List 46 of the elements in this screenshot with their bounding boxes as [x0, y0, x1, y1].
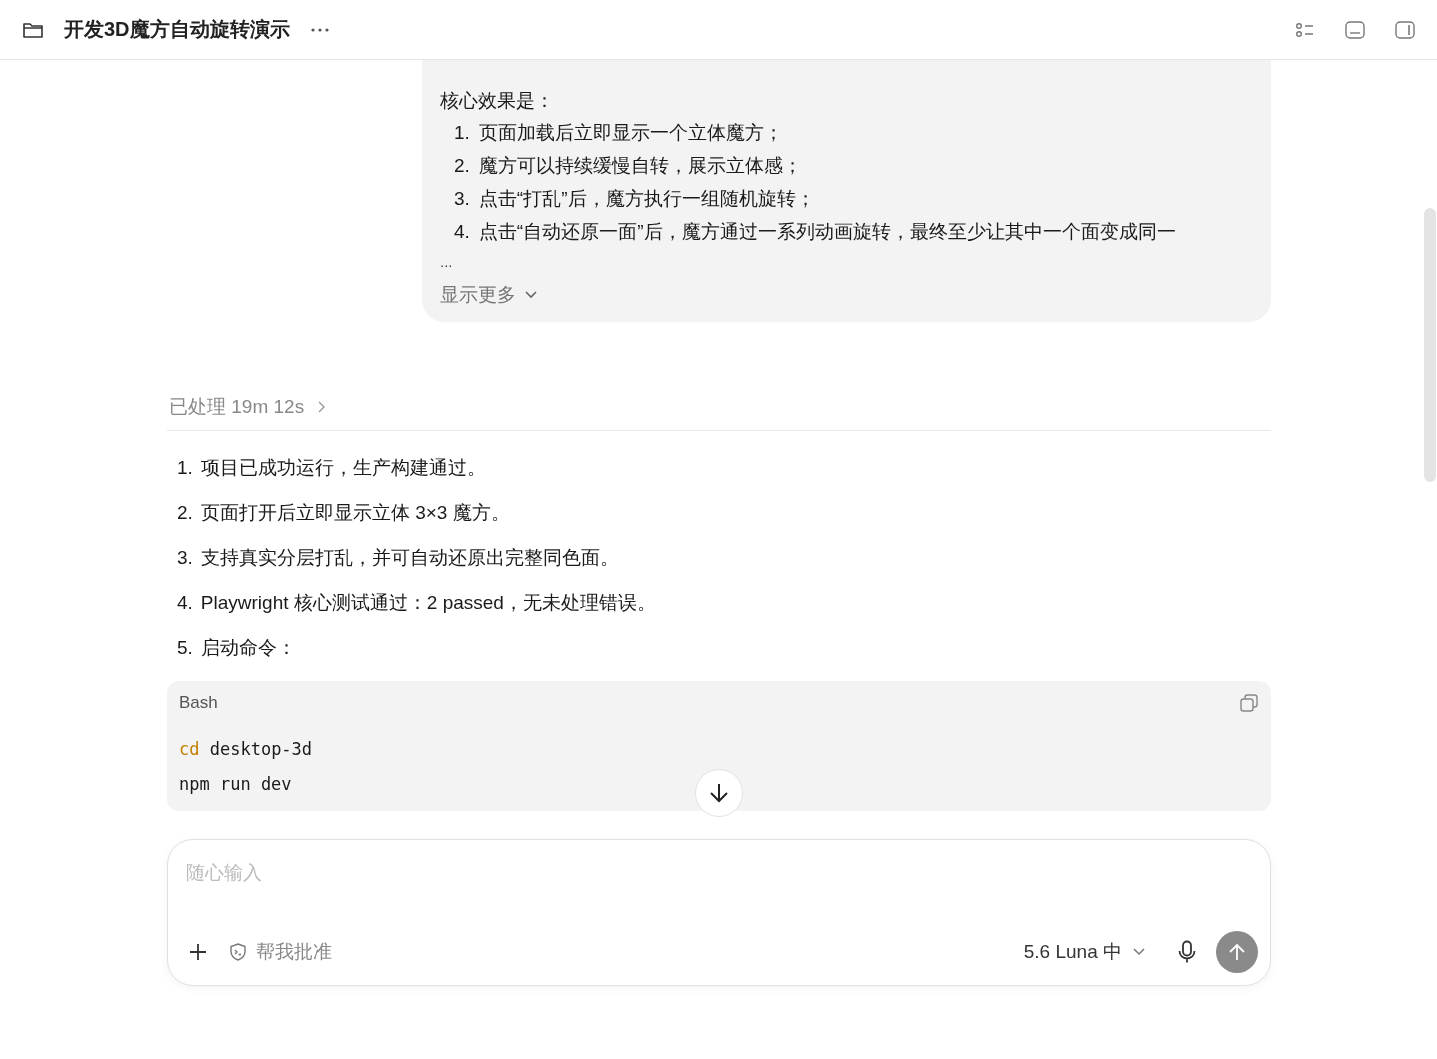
shield-icon — [228, 942, 248, 962]
code-language: Bash — [179, 693, 218, 713]
scroll-down-button[interactable] — [695, 769, 743, 817]
list-number: 3. — [177, 546, 193, 570]
approve-button[interactable]: 帮我批准 — [228, 939, 332, 965]
code-line: cd desktop-3d — [179, 738, 313, 761]
arrow-down-icon — [708, 782, 730, 804]
list-number: 2. — [454, 154, 470, 178]
list-item-text: 启动命令： — [200, 636, 296, 660]
list-number: 4. — [454, 220, 470, 244]
list-number: 1. — [454, 121, 470, 145]
ellipsis-text: ... — [440, 252, 454, 272]
arrow-up-icon — [1227, 942, 1247, 962]
code-line: npm run dev — [179, 773, 292, 796]
microphone-button[interactable] — [1176, 938, 1198, 966]
list-number: 1. — [177, 456, 193, 480]
list-number: 2. — [177, 501, 193, 525]
processed-toggle[interactable]: 已处理 19m 12s — [167, 394, 327, 420]
send-button[interactable] — [1216, 931, 1258, 973]
list-item-text: 点击“自动还原一面”后，魔方通过一系列动画旋转，最终至少让其中一个面变成同一 — [478, 220, 1176, 244]
list-item-text: 页面打开后立即显示立体 3×3 魔方。 — [200, 501, 510, 525]
plus-icon — [188, 942, 208, 962]
chevron-down-icon — [524, 290, 538, 300]
list-item-text: 点击“打乱”后，魔方执行一组随机旋转； — [478, 187, 815, 211]
panel-right-icon[interactable] — [1395, 20, 1415, 39]
message-input[interactable]: 随心输入 — [186, 862, 786, 884]
show-more-button[interactable]: 显示更多 — [440, 282, 538, 308]
message-text: 核心效果是： — [440, 89, 555, 113]
list-number: 3. — [454, 187, 470, 211]
list-icon[interactable] — [1295, 20, 1315, 39]
microphone-icon — [1178, 940, 1196, 964]
list-number: 5. — [177, 636, 193, 660]
model-selector[interactable]: 5.6 Luna 中 — [1023, 939, 1146, 965]
list-number: 4. — [177, 591, 193, 615]
scrollbar-thumb[interactable] — [1424, 208, 1436, 482]
list-item-text: 页面加载后立即显示一个立体魔方； — [478, 121, 783, 145]
chevron-down-icon — [1132, 947, 1146, 957]
chevron-right-icon — [316, 400, 327, 414]
list-item-text: 支持真实分层打乱，并可自动还原出完整同色面。 — [200, 546, 619, 570]
list-item-text: Playwright 核心测试通过：2 passed，无未处理错误。 — [200, 591, 656, 615]
list-item-text: 魔方可以持续缓慢自转，展示立体感； — [478, 154, 802, 178]
window-title: 开发3D魔方自动旋转演示 — [64, 17, 290, 42]
list-item-text: 项目已成功运行，生产构建通过。 — [200, 456, 486, 480]
more-icon[interactable] — [309, 26, 330, 33]
panel-bottom-icon[interactable] — [1345, 20, 1365, 39]
copy-icon[interactable] — [1239, 693, 1259, 713]
